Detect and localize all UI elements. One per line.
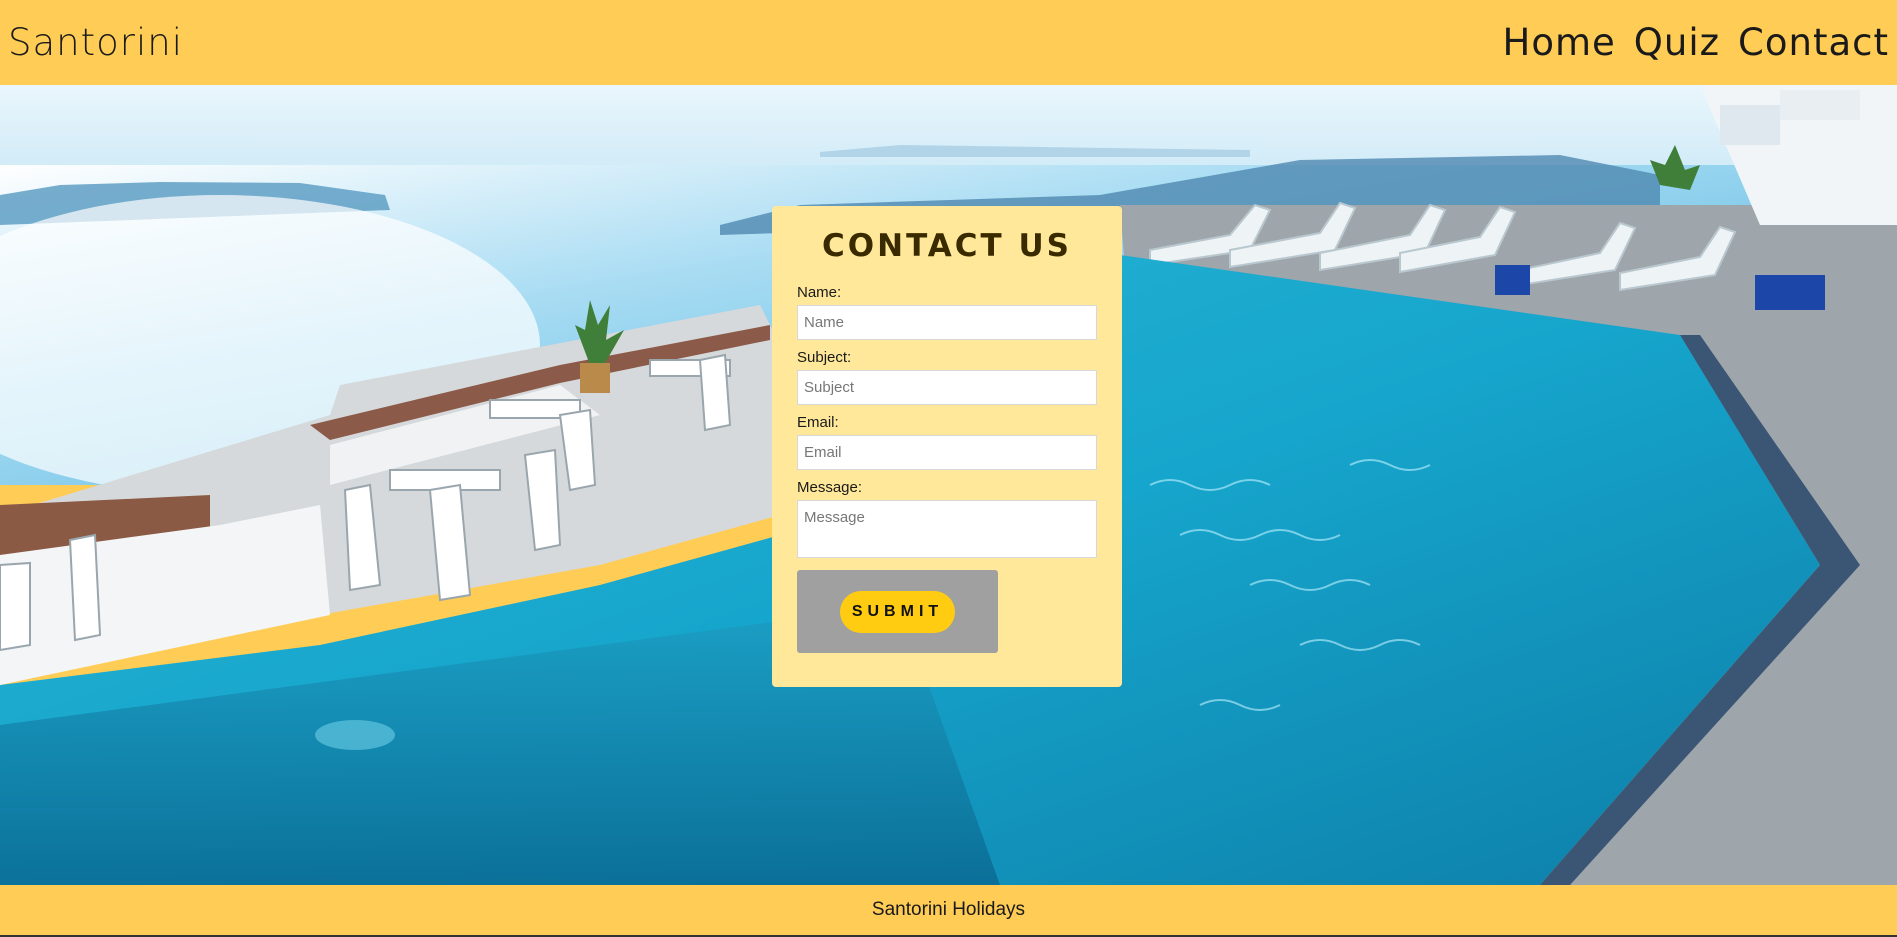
page: Santorini Home Quiz Contact CONTACT US N… [0, 0, 1897, 937]
contact-form-title: CONTACT US [822, 228, 1072, 264]
brand-link[interactable]: Santorini [8, 21, 183, 64]
message-label: Message: [797, 479, 863, 496]
nav-link-quiz[interactable]: Quiz [1634, 21, 1720, 64]
main-nav: Home Quiz Contact [1503, 21, 1890, 64]
nav-link-contact[interactable]: Contact [1738, 21, 1889, 64]
submit-button-container: SUBMIT [797, 570, 998, 653]
email-label: Email: [797, 414, 839, 431]
name-input[interactable] [797, 305, 1097, 340]
nav-link-home[interactable]: Home [1503, 21, 1616, 64]
site-footer: Santorini Holidays [0, 885, 1897, 937]
footer-text: Santorini Holidays [871, 899, 1026, 920]
email-input[interactable] [797, 435, 1097, 470]
message-textarea[interactable] [797, 500, 1097, 558]
subject-input[interactable] [797, 370, 1097, 405]
subject-label: Subject: [797, 349, 852, 366]
submit-button[interactable]: SUBMIT [839, 590, 956, 633]
site-header: Santorini Home Quiz Contact [0, 0, 1897, 85]
contact-form-card: CONTACT US Name: Subject: Email: Message… [772, 206, 1122, 687]
name-label: Name: [797, 284, 842, 301]
